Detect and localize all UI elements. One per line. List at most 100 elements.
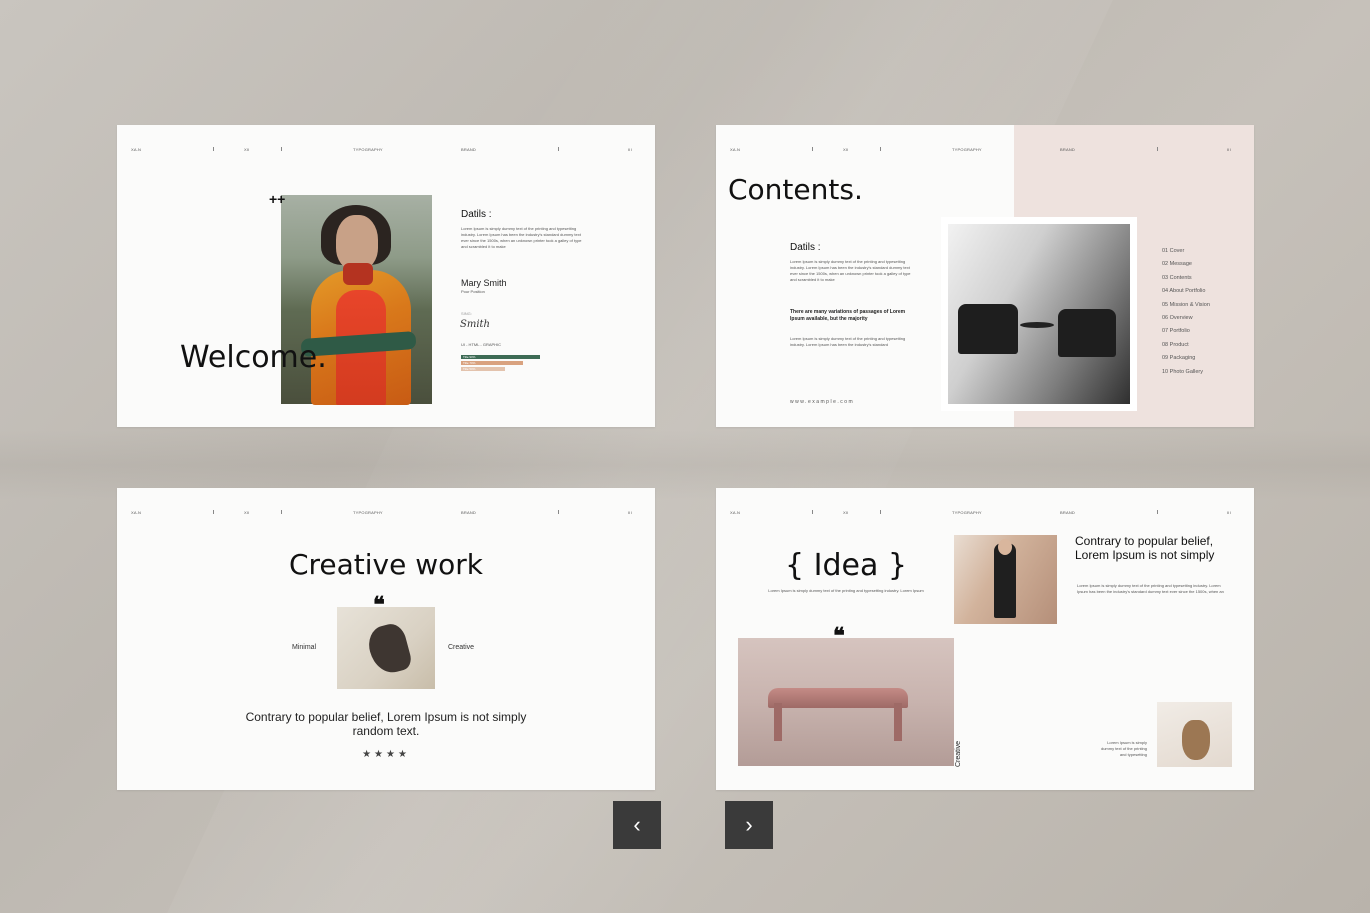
- signature: Smith: [460, 319, 490, 330]
- header-right: III: [1227, 510, 1231, 515]
- contents-item: 10 Photo Gallery: [1162, 368, 1203, 375]
- photo-detail: [768, 688, 908, 708]
- skill-bars: Title 90% Title 70% Title 50%: [461, 355, 549, 373]
- sign-label: SING:: [461, 311, 472, 316]
- bold-text: There are many variations of passages of…: [790, 309, 906, 322]
- header-brand: BRAND: [1060, 147, 1076, 152]
- slide-contents[interactable]: XA.N XII TYPOGRAPHY BRAND III Contents. …: [716, 125, 1254, 427]
- photo-detail: [1182, 720, 1210, 760]
- idea-heading: Contrary to popular belief, Lorem Ipsum …: [1075, 534, 1215, 562]
- contents-item: 04 About Portfolio: [1162, 288, 1206, 295]
- chairs-photo: [948, 224, 1130, 404]
- skill-bar-label: Title 70%: [463, 361, 476, 365]
- divider: [1157, 510, 1158, 514]
- bench-photo: [738, 638, 954, 766]
- idea-body: Lorem Ipsum is simply dummy text of the …: [1077, 583, 1224, 594]
- photo-detail: [364, 620, 414, 678]
- header-num: XII: [244, 147, 250, 152]
- header-brand: BRAND: [461, 510, 477, 515]
- divider: [1157, 147, 1158, 151]
- header-right: III: [1227, 147, 1231, 152]
- contents-item: 02 Message: [1162, 261, 1192, 268]
- header-left: XA.N: [730, 147, 741, 152]
- skill-bar: Title 50%: [461, 367, 505, 371]
- photo-detail: [1058, 309, 1116, 357]
- photo-detail: [998, 539, 1012, 555]
- header-left: XA.N: [131, 510, 142, 515]
- photo-detail: [1020, 322, 1054, 328]
- contents-item: 06 Overview: [1162, 315, 1193, 322]
- header-center: TYPOGRAPHY: [353, 147, 383, 152]
- divider: [558, 510, 559, 514]
- website-url: www.example.com: [790, 399, 855, 405]
- rating-stars: ★★★★: [362, 749, 410, 760]
- skill-bar: Title 90%: [461, 355, 541, 359]
- person-name: Mary Smith: [461, 278, 507, 288]
- photo-detail: [774, 703, 782, 741]
- table-of-contents: 01 Cover 02 Message 03 Contents 04 About Po…: [1162, 245, 1210, 379]
- photo-detail: [343, 263, 373, 285]
- details-text: Lorem Ipsum is simply dummy text of the …: [461, 226, 582, 249]
- divider: [558, 147, 559, 151]
- skill-bar-label: Title 90%: [463, 355, 476, 359]
- quote-icon: ❝: [373, 592, 385, 617]
- welcome-title: Welcome.: [180, 340, 327, 375]
- chevron-right-icon: ›: [745, 812, 753, 837]
- idea-subtitle: Lorem Ipsum is simply dummy text of the …: [768, 588, 924, 593]
- header-right: III: [628, 147, 632, 152]
- photo-detail: [336, 215, 378, 270]
- header-num: XII: [843, 147, 849, 152]
- person-position: Pour Position: [461, 289, 485, 294]
- contents-item: 07 Portfolio: [1162, 328, 1190, 335]
- contents-item: 09 Packaging: [1162, 355, 1196, 362]
- divider: [281, 147, 282, 151]
- minimal-label: Minimal: [292, 644, 317, 651]
- caption-text: Lorem Ipsum is simply dummy text of the …: [1100, 740, 1147, 757]
- previous-slide-button[interactable]: ‹: [613, 801, 661, 849]
- divider: [213, 147, 214, 151]
- details-title: Datils :: [790, 242, 821, 253]
- contents-item: 03 Contents: [1162, 274, 1192, 281]
- idea-title: { Idea }: [785, 548, 907, 583]
- divider: [812, 147, 813, 151]
- next-slide-button[interactable]: ›: [725, 801, 773, 849]
- header-right: III: [628, 510, 632, 515]
- creative-label: Creative: [448, 644, 475, 651]
- header-brand: BRAND: [461, 147, 477, 152]
- contents-item: 01 Cover: [1162, 248, 1185, 254]
- statement-text: Contrary to popular belief, Lorem Ipsum …: [245, 710, 527, 738]
- contents-item: 08 Product: [1162, 341, 1189, 348]
- slide-idea[interactable]: XA.N XII TYPOGRAPHY BRAND III { Idea } L…: [716, 488, 1254, 790]
- contents-title: Contents.: [728, 173, 863, 206]
- divider: [880, 147, 881, 151]
- header-center: TYPOGRAPHY: [952, 147, 982, 152]
- skills-label: UI - HTML - GRAPHIC: [461, 342, 502, 347]
- photo-detail: [958, 304, 1018, 354]
- divider: [213, 510, 214, 514]
- details-text: Lorem Ipsum is simply dummy text of the …: [790, 259, 911, 282]
- divider: [880, 510, 881, 514]
- details-title: Datils :: [461, 209, 492, 220]
- header-num: XII: [244, 510, 250, 515]
- header-brand: BRAND: [1060, 510, 1076, 515]
- divider: [812, 510, 813, 514]
- chair-photo: [337, 607, 435, 689]
- header-left: XA.N: [131, 147, 142, 152]
- header-num: XII: [843, 510, 849, 515]
- slide-welcome[interactable]: XA.N XII TYPOGRAPHY BRAND III ++ Welcome…: [117, 125, 655, 427]
- creative-title: Creative work: [288, 548, 484, 581]
- creative-vertical-label: Creative: [955, 740, 962, 767]
- header-center: TYPOGRAPHY: [353, 510, 383, 515]
- skill-bar-label: Title 50%: [463, 367, 476, 371]
- slide-creative-work[interactable]: XA.N XII TYPOGRAPHY BRAND III Creative w…: [117, 488, 655, 790]
- skill-bar: Title 70%: [461, 361, 523, 365]
- fashion-photo: [954, 535, 1057, 624]
- small-text: Lorem Ipsum is simply dummy text of the …: [790, 336, 906, 347]
- plus-mark: ++: [269, 191, 286, 207]
- quote-icon: ❝: [833, 623, 845, 648]
- contents-item: 05 Mission & Vision: [1162, 301, 1210, 308]
- header-center: TYPOGRAPHY: [952, 510, 982, 515]
- divider: [281, 510, 282, 514]
- photo-detail: [894, 703, 902, 741]
- vase-photo: [1157, 702, 1232, 767]
